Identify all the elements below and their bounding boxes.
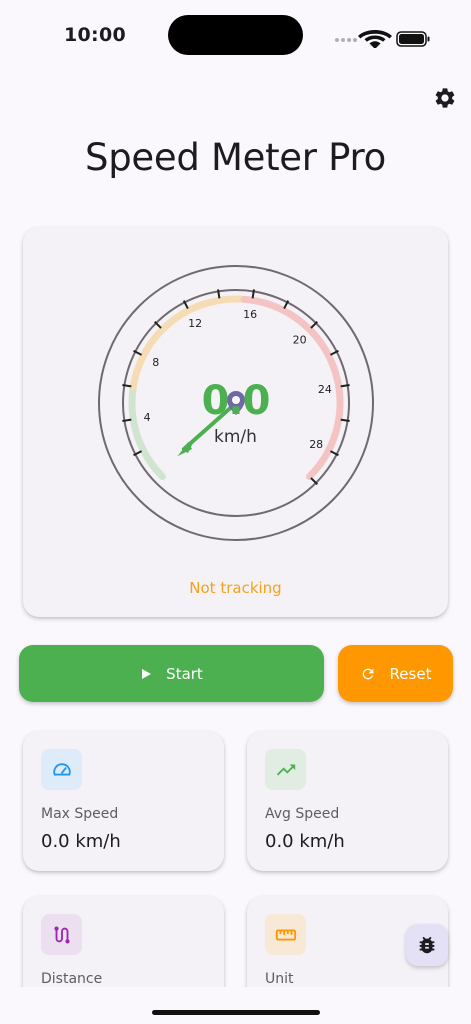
status-icons xyxy=(333,24,433,49)
stat-label: Distance xyxy=(41,971,103,987)
refresh-icon xyxy=(360,666,376,682)
ruler-icon xyxy=(265,914,306,955)
speed-unit: km/h xyxy=(214,427,257,447)
start-button[interactable]: Start xyxy=(19,645,324,702)
stat-label: Max Speed xyxy=(41,806,119,822)
trending-up-icon xyxy=(265,749,306,790)
gauge-tick xyxy=(217,289,221,299)
gauge-tick-label: 8 xyxy=(152,356,159,369)
stat-value: 0.0 km/h xyxy=(41,831,121,852)
stat-label: Unit xyxy=(265,971,294,987)
dynamic-island xyxy=(168,15,303,55)
gauge-tick xyxy=(251,289,255,299)
reset-button[interactable]: Reset xyxy=(338,645,453,702)
stat-label: Avg Speed xyxy=(265,806,340,822)
tracking-status: Not tracking xyxy=(189,579,282,597)
status-time: 10:00 xyxy=(64,24,126,46)
gauge-arc-mid xyxy=(129,295,248,391)
speed-value: 0.0 xyxy=(201,378,271,424)
reset-button-label: Reset xyxy=(389,664,432,683)
max-speed-card: Max Speed 0.0 km/h xyxy=(23,731,224,871)
avg-speed-card: Avg Speed 0.0 km/h xyxy=(247,731,448,871)
signal-icon xyxy=(335,38,357,42)
bug-icon xyxy=(419,936,435,954)
home-indicator xyxy=(152,1010,320,1015)
speedometer-card: 4 8 12 16 20 24 28 0.0 km/h Not tracking xyxy=(23,227,448,617)
gauge-tick-label: 20 xyxy=(293,333,307,346)
speedometer-icon xyxy=(41,749,82,790)
wifi-icon xyxy=(358,30,392,49)
start-button-label: Start xyxy=(166,664,203,683)
debug-button[interactable] xyxy=(406,924,448,966)
status-bar: 10:00 xyxy=(0,0,471,70)
gear-icon xyxy=(435,88,455,108)
gauge-tick-label: 16 xyxy=(243,308,257,321)
gauge-tick-label: 12 xyxy=(188,317,202,330)
battery-icon xyxy=(396,31,430,47)
route-icon xyxy=(41,914,82,955)
bottom-safe-area xyxy=(0,987,471,1024)
settings-button[interactable] xyxy=(429,82,461,114)
play-icon xyxy=(140,668,152,680)
page-title: Speed Meter Pro xyxy=(85,136,386,179)
stat-value: 0.0 km/h xyxy=(265,831,345,852)
